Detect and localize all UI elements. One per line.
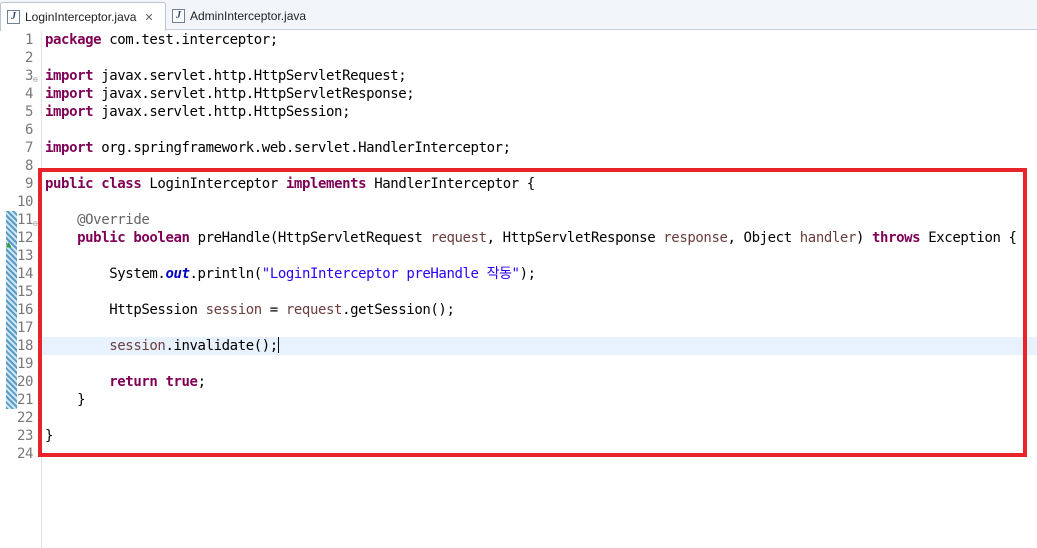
java-file-icon: J [7, 10, 20, 24]
line-number: 9 [24, 176, 33, 192]
line-number: 22 [16, 410, 33, 426]
code-line[interactable]: 4 import javax.servlet.http.HttpServletRe… [0, 85, 1037, 103]
code-token: import [45, 104, 94, 120]
line-number: 19 [16, 356, 33, 372]
code-editor[interactable]: 1 package com.test.interceptor; 2 3 ⊖ import … [0, 31, 1037, 548]
code-line[interactable]: 3 ⊖ import javax.servlet.http.HttpServletR… [0, 67, 1037, 85]
tab-label: AdminInterceptor.java [190, 8, 307, 23]
line-number: 1 [24, 32, 33, 48]
line-number: 12 [16, 230, 33, 246]
line-number: 7 [24, 140, 33, 156]
line-number: 3 [24, 68, 33, 84]
line-number: 10 [16, 194, 33, 210]
line-number: 23 [16, 428, 33, 444]
code-token: import [45, 68, 94, 84]
code-line[interactable]: 1 package com.test.interceptor; [0, 31, 1037, 49]
line-number: 16 [16, 302, 33, 318]
code-line[interactable]: 2 [0, 49, 1037, 67]
code-line[interactable]: 6 [0, 121, 1037, 139]
code-token: com.test.interceptor; [101, 32, 278, 48]
java-file-icon: J [172, 8, 185, 23]
line-number: 14 [16, 266, 33, 282]
code-token: import [45, 140, 94, 156]
line-number: 15 [16, 284, 33, 300]
line-number: 5 [24, 104, 33, 120]
code-line[interactable]: 7 import org.springframework.web.servlet.… [0, 139, 1037, 157]
line-number: 8 [24, 158, 33, 174]
line-number: 11 [16, 212, 33, 228]
line-number: 21 [16, 392, 33, 408]
line-number: 4 [24, 86, 33, 102]
code-token: javax.servlet.http.HttpSession; [93, 104, 351, 120]
code-token: import [45, 86, 94, 102]
line-number: 18 [16, 338, 33, 354]
code-line[interactable]: 5 import javax.servlet.http.HttpSession; [0, 103, 1037, 121]
line-number: 20 [16, 374, 33, 390]
code-token: org.springframework.web.servlet.HandlerI… [93, 140, 511, 156]
line-number: 13 [16, 248, 33, 264]
line-number: 6 [24, 122, 33, 138]
code-text[interactable]: import org.springframework.web.servlet.H… [45, 139, 511, 157]
code-token: package [45, 32, 102, 48]
code-text[interactable]: package com.test.interceptor; [45, 31, 278, 49]
red-highlight-box [38, 168, 1027, 457]
line-number: 2 [24, 50, 33, 66]
line-number: 24 [16, 446, 33, 462]
editor-tab-bar: J LoginInterceptor.java ✕ J AdminInterce… [0, 0, 1037, 31]
code-token: javax.servlet.http.HttpServletResponse; [93, 86, 415, 102]
close-icon[interactable]: ✕ [144, 11, 153, 24]
code-text[interactable]: import javax.servlet.http.HttpSession; [45, 103, 351, 121]
code-text[interactable]: import javax.servlet.http.HttpServletReq… [45, 67, 407, 85]
code-token: javax.servlet.http.HttpServletRequest; [93, 68, 407, 84]
tab-login-interceptor[interactable]: J LoginInterceptor.java ✕ [0, 2, 166, 31]
tab-label: LoginInterceptor.java [25, 10, 137, 24]
tab-admin-interceptor[interactable]: J AdminInterceptor.java [166, 2, 326, 29]
line-number: 17 [16, 320, 33, 336]
code-text[interactable]: import javax.servlet.http.HttpServletRes… [45, 85, 415, 103]
